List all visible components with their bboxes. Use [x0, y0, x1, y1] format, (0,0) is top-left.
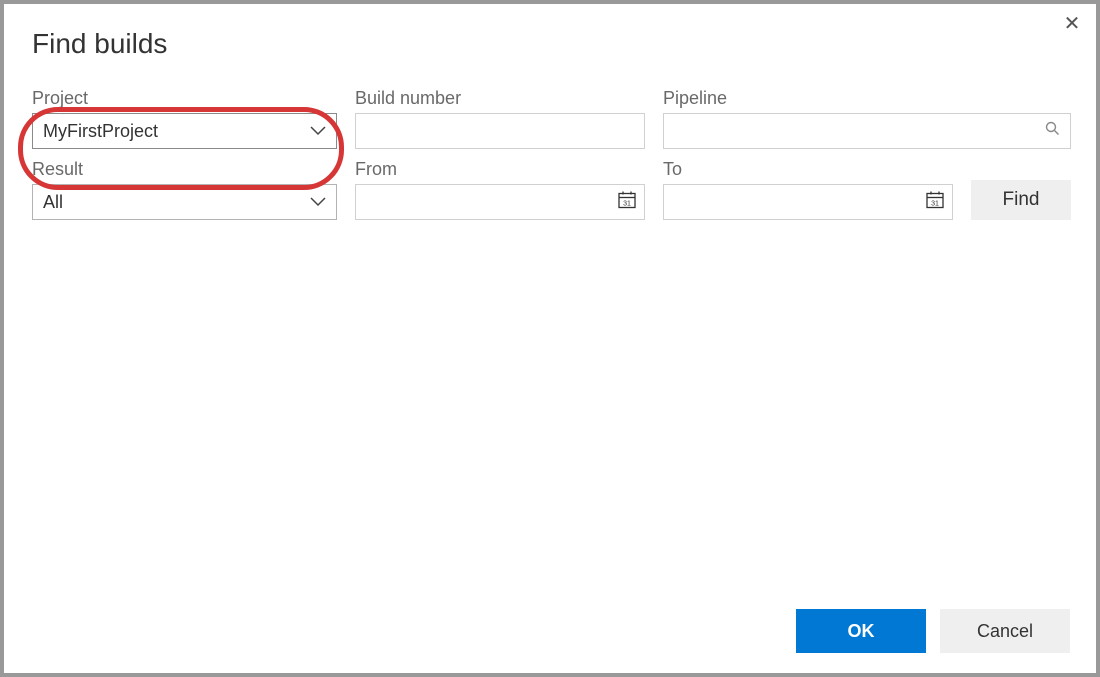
- result-label: Result: [32, 159, 337, 180]
- svg-text:31: 31: [931, 201, 939, 208]
- find-builds-dialog: ✕ Find builds Project MyFirstProject Bui…: [4, 4, 1096, 673]
- project-field: Project MyFirstProject: [32, 88, 337, 149]
- result-select[interactable]: All: [32, 184, 337, 220]
- to-input[interactable]: 31: [663, 184, 953, 220]
- result-field: Result All: [32, 159, 337, 220]
- pipeline-field: Pipeline: [663, 88, 1071, 149]
- calendar-icon[interactable]: 31: [618, 191, 636, 214]
- from-field: From 31: [355, 159, 645, 220]
- build-number-input[interactable]: [355, 113, 645, 149]
- result-value: All: [43, 192, 63, 213]
- dialog-title: Find builds: [4, 4, 1096, 68]
- project-select[interactable]: MyFirstProject: [32, 113, 337, 149]
- ok-button[interactable]: OK: [796, 609, 926, 653]
- to-field: To 31: [663, 159, 953, 220]
- cancel-button[interactable]: Cancel: [940, 609, 1070, 653]
- chevron-down-icon: [310, 194, 326, 211]
- close-button[interactable]: ✕: [1062, 14, 1082, 34]
- to-label: To: [663, 159, 953, 180]
- calendar-icon[interactable]: 31: [926, 191, 944, 214]
- dialog-footer: OK Cancel: [796, 609, 1070, 653]
- search-icon: [1045, 121, 1060, 141]
- project-label: Project: [32, 88, 337, 109]
- find-button[interactable]: Find: [971, 180, 1071, 220]
- pipeline-label: Pipeline: [663, 88, 1071, 109]
- form-area: Project MyFirstProject Build number Pipe…: [4, 68, 1096, 220]
- from-label: From: [355, 159, 645, 180]
- build-number-field: Build number: [355, 88, 645, 149]
- from-input[interactable]: 31: [355, 184, 645, 220]
- pipeline-input[interactable]: [663, 113, 1071, 149]
- build-number-label: Build number: [355, 88, 645, 109]
- svg-text:31: 31: [623, 201, 631, 208]
- chevron-down-icon: [310, 123, 326, 140]
- close-icon: ✕: [1064, 13, 1081, 35]
- project-value: MyFirstProject: [43, 121, 158, 142]
